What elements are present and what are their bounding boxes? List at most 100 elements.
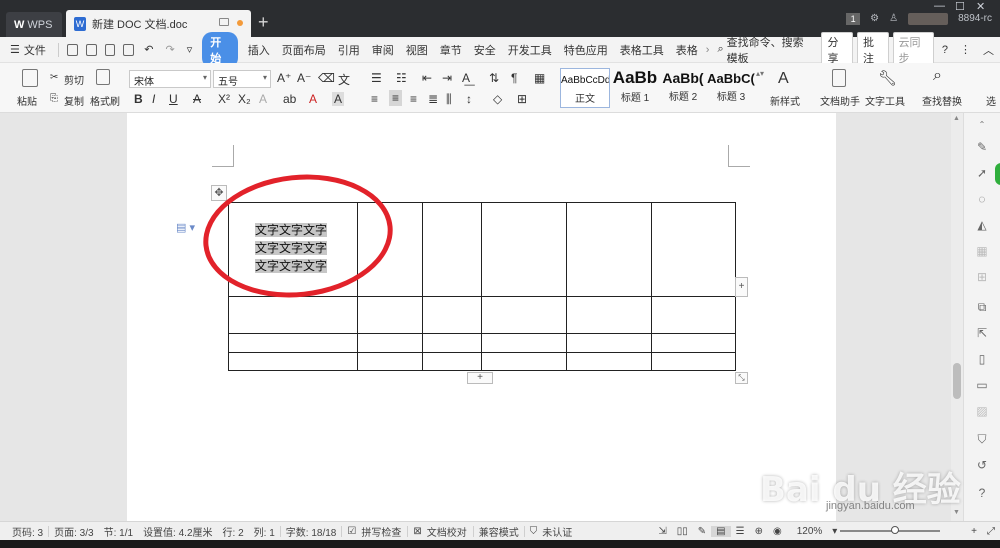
style-heading-1[interactable]: AaBb 标题 1 <box>611 68 659 108</box>
table-cell[interactable] <box>566 202 652 297</box>
tab-table-style[interactable]: 表格 <box>670 42 704 58</box>
zoom-slider-knob[interactable] <box>891 526 899 534</box>
tab-wps-home[interactable]: W WPS <box>6 12 62 37</box>
tab-review[interactable]: 审阅 <box>366 42 400 58</box>
bullet-list-icon[interactable]: ☰ <box>371 71 382 85</box>
print-icon[interactable] <box>85 43 97 56</box>
scrollbar-thumb[interactable] <box>953 363 961 399</box>
unverified-status[interactable]: 未认证 <box>542 524 572 539</box>
vertical-scrollbar[interactable]: ▲ ▼ <box>951 113 963 521</box>
line-spacing-icon[interactable]: ↕ <box>466 92 472 106</box>
status-col[interactable]: 列: 1 <box>249 524 280 539</box>
doc-assistant-icon[interactable] <box>832 69 846 87</box>
align-left-icon[interactable]: ≡ <box>371 92 378 106</box>
shapes-icon[interactable]: ◌ <box>974 191 990 207</box>
format-painter-button[interactable]: 格式刷 <box>90 93 120 108</box>
cut-button[interactable]: 剪切 <box>64 72 84 87</box>
tab-table-tools[interactable]: 表格工具 <box>614 42 670 58</box>
new-style-icon[interactable]: A <box>778 70 789 88</box>
table-move-handle-icon[interactable]: ✥ <box>211 185 227 201</box>
select-button[interactable]: 选 <box>986 93 996 108</box>
tab-section[interactable]: 章节 <box>434 42 468 58</box>
print-preview-icon[interactable] <box>123 43 135 56</box>
table-cell[interactable] <box>422 352 482 371</box>
status-word-count[interactable]: 字数: 18/18 <box>281 524 342 539</box>
table-cell[interactable] <box>481 296 567 334</box>
show-marks-icon[interactable]: ¶ <box>511 71 517 85</box>
user-id[interactable]: 8894-rc <box>958 13 992 24</box>
table-resize-icon[interactable]: ⤡ <box>735 372 748 384</box>
table-cell[interactable] <box>422 333 482 353</box>
cursor-icon[interactable]: ➚ <box>974 165 990 181</box>
table-cell[interactable] <box>228 333 358 353</box>
table-cell[interactable] <box>481 202 567 297</box>
zoom-slider[interactable] <box>840 530 940 532</box>
tshirt-icon[interactable]: ♙ <box>889 13 898 24</box>
table-cell[interactable] <box>228 352 358 371</box>
document-icon[interactable]: ▯ <box>974 351 990 367</box>
history-icon[interactable]: ↺ <box>974 457 990 473</box>
table-cell[interactable] <box>651 296 736 334</box>
more-tabs-icon[interactable]: › <box>704 44 712 56</box>
status-setting[interactable]: 设置值: 4.2厘米 <box>138 524 217 539</box>
user-avatar-blur[interactable] <box>908 12 949 25</box>
table-cell[interactable] <box>566 352 652 371</box>
image-icon[interactable]: ▨ <box>974 403 990 419</box>
font-name-select[interactable]: 宋体 <box>129 70 211 88</box>
find-icon[interactable]: ⌕ <box>933 67 942 85</box>
collapse-ribbon-icon[interactable]: ︿ <box>977 42 1000 58</box>
style-heading-2[interactable]: AaBb( 标题 2 <box>659 68 707 108</box>
char-shading-icon[interactable]: A <box>332 92 345 106</box>
spell-check-button[interactable]: 拼写检查 <box>361 524 401 539</box>
file-menu[interactable]: ☰ 文件 <box>0 42 54 58</box>
numbered-list-icon[interactable]: ☷ <box>396 71 407 85</box>
green-float-button[interactable] <box>995 163 1000 185</box>
paste-button[interactable]: 粘贴 <box>17 93 37 108</box>
web-view-icon[interactable]: ⊕ <box>750 526 768 537</box>
strikethrough-icon[interactable]: A <box>193 92 201 106</box>
style-scroll-icon[interactable]: ▴▾ <box>756 69 764 78</box>
shrink-font-icon[interactable]: A⁻ <box>297 71 311 85</box>
zoom-in-icon[interactable]: + <box>966 526 982 537</box>
table-cell[interactable] <box>481 352 567 371</box>
distribute-icon[interactable]: ⫼ <box>446 92 452 107</box>
fill-icon[interactable]: ◭ <box>974 217 990 233</box>
status-row[interactable]: 行: 2 <box>218 524 249 539</box>
tab-features[interactable]: 特色应用 <box>558 42 614 58</box>
italic-icon[interactable]: I <box>152 92 155 106</box>
chinese-layout-icon[interactable]: A͟ <box>462 71 470 85</box>
scroll-up-icon[interactable]: ▲ <box>953 115 960 122</box>
superscript-icon[interactable]: X² <box>218 92 230 106</box>
collapse-panel-icon[interactable]: ⌃ <box>974 117 990 133</box>
table-cell[interactable] <box>566 333 652 353</box>
minimize-icon[interactable]: — <box>934 0 945 12</box>
paragraph-note-icon[interactable]: ▤ ▾ <box>176 221 195 234</box>
eye-protect-icon[interactable]: ◉ <box>768 526 787 537</box>
status-section[interactable]: 节: 1/1 <box>99 524 138 539</box>
status-pages[interactable]: 页面: 3/3 <box>49 524 98 539</box>
table-cell[interactable] <box>422 202 482 297</box>
monitor-icon[interactable] <box>219 18 229 26</box>
maximize-icon[interactable]: ☐ <box>955 0 965 13</box>
decrease-indent-icon[interactable]: ⇤ <box>422 71 432 85</box>
text-tools-button[interactable]: 文字工具 <box>865 93 905 108</box>
document-page[interactable]: ✥ ▤ ▾ 文字文字文字 文字文字文字 文字文字文字 + + ⤡ <box>127 113 836 521</box>
undo-icon[interactable]: ↶ <box>138 43 159 56</box>
text-box-icon[interactable]: ▭ <box>974 377 990 393</box>
table-cell[interactable] <box>651 352 736 371</box>
help-icon[interactable]: ? <box>974 485 990 501</box>
style-heading-3[interactable]: AaBbC( 标题 3 <box>707 68 755 108</box>
tab-references[interactable]: 引用 <box>332 42 366 58</box>
shading-icon[interactable]: ◇ <box>493 92 502 106</box>
align-right-icon[interactable]: ≡ <box>410 92 417 106</box>
customize-icon[interactable]: ▿ <box>181 43 199 56</box>
style-normal[interactable]: AaBbCcDd 正文 <box>560 68 610 108</box>
font-size-select[interactable]: 五号 <box>213 70 271 88</box>
shield-icon[interactable]: ⛉ <box>974 431 990 447</box>
copy-button[interactable]: 复制 <box>64 93 84 108</box>
page-view-icon[interactable]: ▤ <box>711 525 731 537</box>
notification-badge[interactable]: 1 <box>846 12 861 25</box>
align-center-icon[interactable]: ≡ <box>389 90 403 106</box>
close-icon[interactable]: ✕ <box>976 0 985 13</box>
share-out-icon[interactable]: ⇱ <box>974 325 990 341</box>
